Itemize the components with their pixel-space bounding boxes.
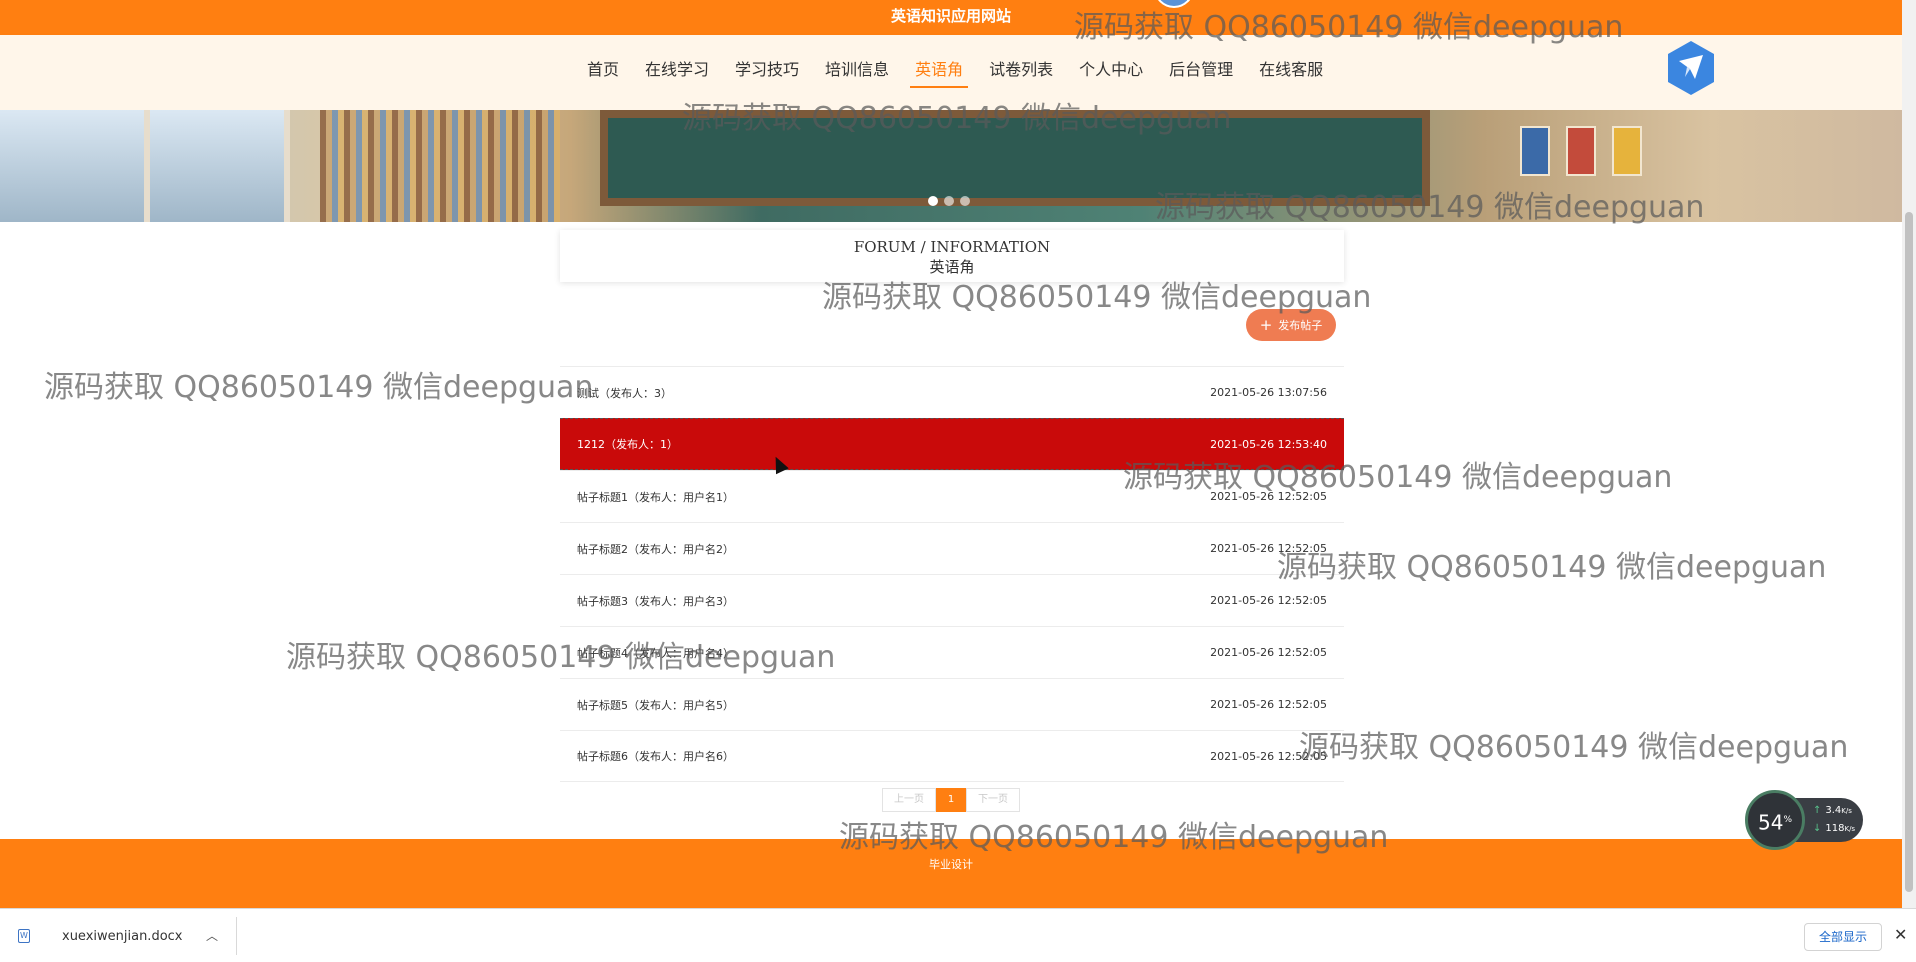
nav-menu: 首页 在线学习 学习技巧 培训信息 英语角 试卷列表 个人中心 后台管理 在线客服 bbox=[574, 59, 1336, 88]
plus-icon: + bbox=[1259, 315, 1273, 334]
nav-item[interactable]: 在线客服 bbox=[1246, 59, 1336, 81]
prev-page-button[interactable]: 上一页 bbox=[882, 788, 936, 812]
usage-percent-unit: % bbox=[1783, 815, 1792, 825]
section-title-en: FORUM / INFORMATION bbox=[853, 238, 1051, 256]
docx-file-icon: W bbox=[18, 929, 30, 943]
post-title[interactable]: 帖子标题4（发布人：用户名4） bbox=[577, 645, 734, 661]
carousel-dot[interactable] bbox=[960, 196, 970, 206]
post-title[interactable]: 帖子标题2（发布人：用户名2） bbox=[577, 541, 734, 557]
post-row[interactable]: 帖子标题3（发布人：用户名3） 2021-05-26 12:52:05 bbox=[560, 574, 1344, 626]
download-arrow-icon: ↓ bbox=[1813, 823, 1822, 834]
main-navbar: 首页 在线学习 学习技巧 培训信息 英语角 试卷列表 个人中心 后台管理 在线客服 bbox=[0, 35, 1902, 110]
post-row[interactable]: 帖子标题2（发布人：用户名2） 2021-05-26 12:52:05 bbox=[560, 522, 1344, 574]
post-title[interactable]: 测试（发布人：3） bbox=[577, 385, 672, 401]
nav-item[interactable]: 首页 bbox=[574, 59, 632, 81]
carousel-dot[interactable] bbox=[944, 196, 954, 206]
banner-poster bbox=[1566, 126, 1596, 176]
site-title: 英语知识应用网站 bbox=[890, 7, 1011, 25]
download-speed: 118 bbox=[1825, 823, 1845, 834]
post-row[interactable]: 1212（发布人：1） 2021-05-26 12:53:40 bbox=[560, 418, 1344, 470]
upload-speed: 3.4 bbox=[1825, 805, 1842, 816]
post-time: 2021-05-26 12:52:05 bbox=[1210, 542, 1327, 555]
top-bar: 英语知识应用网站 bbox=[0, 0, 1902, 35]
post-title[interactable]: 帖子标题5（发布人：用户名5） bbox=[577, 697, 734, 713]
banner-window bbox=[0, 110, 150, 222]
usage-percent: 54 bbox=[1757, 810, 1784, 835]
show-all-downloads-button[interactable]: 全部显示 bbox=[1804, 923, 1882, 951]
watermark: 源码获取 QQ86050149 微信deepguan bbox=[44, 370, 594, 405]
section-title-box: FORUM / INFORMATION 英语角 bbox=[560, 230, 1344, 282]
post-time: 2021-05-26 12:52:05 bbox=[1210, 490, 1327, 503]
section-title-zh: 英语角 bbox=[929, 258, 975, 276]
post-time: 2021-05-26 13:07:56 bbox=[1210, 386, 1327, 399]
banner-blackboard bbox=[600, 110, 1430, 206]
post-time: 2021-05-26 12:52:05 bbox=[1210, 594, 1327, 607]
nav-item[interactable]: 后台管理 bbox=[1156, 59, 1246, 81]
current-page-button[interactable]: 1 bbox=[936, 788, 966, 812]
post-time: 2021-05-26 12:52:05 bbox=[1210, 749, 1327, 763]
scroll-thumb[interactable] bbox=[1905, 212, 1913, 892]
usage-circle: 54% bbox=[1745, 790, 1805, 850]
network-speed-widget[interactable]: ↑ 3.4K/s ↓ 118K/s 54% bbox=[1745, 790, 1863, 852]
download-file-name[interactable]: xuexiwenjian.docx bbox=[62, 929, 183, 944]
post-title[interactable]: 帖子标题6（发布人：用户名6） bbox=[577, 748, 734, 764]
post-row[interactable]: 帖子标题4（发布人：用户名4） 2021-05-26 12:52:05 bbox=[560, 626, 1344, 678]
publish-post-label: 发布帖子 bbox=[1278, 319, 1323, 332]
footer-text: 毕业设计 bbox=[929, 858, 973, 871]
close-icon[interactable]: ✕ bbox=[1894, 925, 1907, 944]
page-scrollbar[interactable] bbox=[1902, 0, 1916, 908]
nav-item[interactable]: 在线学习 bbox=[632, 59, 722, 81]
post-row[interactable]: 帖子标题6（发布人：用户名6） 2021-05-26 12:52:05 bbox=[560, 730, 1344, 782]
post-time: 2021-05-26 12:52:05 bbox=[1210, 698, 1327, 711]
download-bar: W xuexiwenjian.docx ︿ 全部显示 ✕ bbox=[0, 908, 1916, 962]
pagination: 上一页 1 下一页 bbox=[882, 788, 1020, 812]
chevron-up-icon[interactable]: ︿ bbox=[206, 927, 218, 944]
watermark: 源码获取 QQ86050149 微信deepguan bbox=[1277, 550, 1827, 585]
post-title[interactable]: 帖子标题1（发布人：用户名1） bbox=[577, 489, 734, 505]
divider bbox=[236, 917, 237, 955]
banner-poster bbox=[1612, 126, 1642, 176]
post-row[interactable]: 帖子标题1（发布人：用户名1） 2021-05-26 12:52:05 bbox=[560, 470, 1344, 522]
nav-item[interactable]: 个人中心 bbox=[1066, 59, 1156, 81]
watermark: 源码获取 QQ86050149 微信deepguan bbox=[1299, 730, 1849, 765]
download-speed-unit: K/s bbox=[1844, 825, 1856, 833]
publish-post-button[interactable]: + 发布帖子 bbox=[1246, 309, 1336, 341]
footer: 毕业设计 bbox=[0, 836, 1902, 908]
nav-item[interactable]: 学习技巧 bbox=[722, 59, 812, 81]
carousel-dot[interactable] bbox=[928, 196, 938, 206]
post-list: 测试（发布人：3） 2021-05-26 13:07:56 1212（发布人：1） 2… bbox=[560, 366, 1344, 782]
post-title[interactable]: 1212（发布人：1） bbox=[577, 436, 678, 452]
banner-dots bbox=[928, 196, 970, 206]
nav-item[interactable]: 培训信息 bbox=[812, 59, 902, 81]
site-logo[interactable] bbox=[1665, 39, 1717, 97]
upload-speed-unit: K/s bbox=[1841, 807, 1852, 815]
next-page-button[interactable]: 下一页 bbox=[966, 788, 1020, 812]
post-title[interactable]: 帖子标题3（发布人：用户名3） bbox=[577, 593, 734, 609]
post-time: 2021-05-26 12:52:05 bbox=[1210, 646, 1327, 659]
banner-window bbox=[150, 110, 290, 222]
banner-poster bbox=[1520, 126, 1550, 176]
upload-arrow-icon: ↑ bbox=[1813, 805, 1822, 816]
post-time: 2021-05-26 12:53:40 bbox=[1210, 437, 1327, 451]
banner-bookshelf bbox=[320, 110, 560, 222]
post-row[interactable]: 测试（发布人：3） 2021-05-26 13:07:56 bbox=[560, 366, 1344, 418]
post-row[interactable]: 帖子标题5（发布人：用户名5） 2021-05-26 12:52:05 bbox=[560, 678, 1344, 730]
nav-item[interactable]: 试卷列表 bbox=[976, 59, 1066, 81]
nav-item[interactable]: 英语角 bbox=[902, 59, 976, 88]
